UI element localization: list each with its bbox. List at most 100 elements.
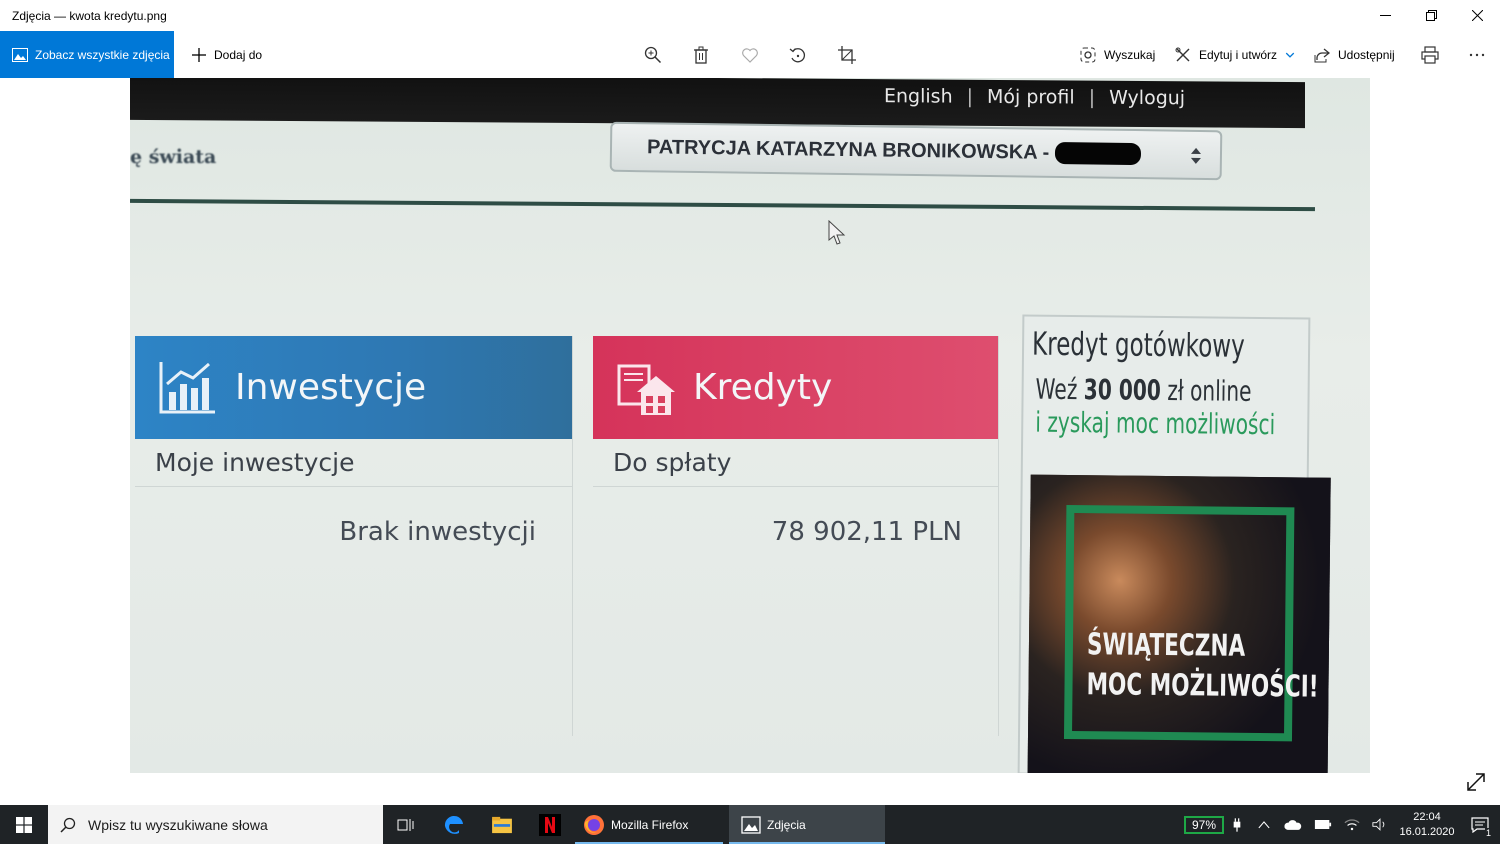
redaction-mark (1055, 141, 1142, 166)
advert-promo-line1: ŚWIĄTECZNA (1086, 627, 1246, 664)
minimize-button[interactable] (1362, 0, 1408, 31)
firefox-taskbar-button[interactable]: Mozilla Firefox (575, 805, 723, 844)
clock[interactable]: 22:04 16.01.2020 (1394, 810, 1460, 840)
photo-investments-panel: Inwestycje Moje inwestycje Brak inwestyc… (135, 336, 573, 736)
chevron-up-icon[interactable] (1258, 820, 1270, 829)
search-photo-label: Wyszukaj (1104, 47, 1156, 62)
image-viewer[interactable]: English | Mój profil | Wyloguj ę świata … (0, 78, 1500, 805)
photo-credits-header: Kredyty (593, 336, 998, 439)
rotate-button[interactable] (778, 31, 818, 78)
system-tray: 97% 22:04 16.01.2020 1 (1183, 805, 1500, 844)
edit-create-button[interactable]: Edytuj i utwórz (1175, 31, 1295, 78)
printer-icon (1421, 45, 1439, 64)
rotate-icon (789, 47, 805, 62)
photo-link-separator: | (1088, 86, 1096, 109)
add-to-button[interactable]: Dodaj do (186, 31, 268, 78)
folder-icon (492, 816, 512, 833)
photo-link-separator: | (966, 85, 974, 108)
chevron-down-icon (1285, 52, 1295, 58)
title-bar: Zdjęcia — kwota kredytu.png (0, 0, 1500, 31)
task-view-icon (397, 818, 414, 831)
photo-investments-title: Inwestycje (235, 367, 427, 408)
edit-create-label: Edytuj i utwórz (1199, 47, 1278, 62)
more-options-button[interactable] (1457, 31, 1497, 78)
power-plug-icon[interactable] (1232, 817, 1242, 833)
close-button[interactable] (1454, 0, 1500, 31)
photo-account-name: PATRYCJA KATARZYNA BRONIKOWSKA - (646, 135, 1050, 164)
advert-headline: Kredyt gotówkowy (1031, 324, 1245, 365)
photo-credits-title: Kredyty (693, 367, 833, 408)
zoom-button[interactable] (633, 31, 673, 78)
photo-link-logout: Wyloguj (1109, 86, 1186, 110)
edit-icon (1175, 47, 1190, 61)
displayed-photo: English | Mój profil | Wyloguj ę świata … (130, 78, 1370, 773)
taskbar-search[interactable]: Wpisz tu wyszukiwane słowa (48, 805, 383, 844)
advert-offer-prefix: Weź (1035, 372, 1084, 407)
photos-app-icon (741, 815, 761, 834)
taskbar: Wpisz tu wyszukiwane słowa Mozilla Firef… (0, 805, 1500, 844)
window-title: Zdjęcia — kwota kredytu.png (12, 8, 167, 23)
photo-link-english: English (884, 85, 953, 108)
photo-investments-header: Inwestycje (135, 336, 572, 439)
advert-offer-suffix: zł online (1160, 373, 1252, 408)
photo-account-select: PATRYCJA KATARZYNA BRONIKOWSKA - (609, 121, 1223, 181)
task-view-button[interactable] (383, 805, 429, 844)
photo-loan-advert: Kredyt gotówkowy Weź 30 000 zł online i … (1017, 314, 1331, 773)
netflix-taskbar-button[interactable] (525, 805, 575, 844)
fullscreen-expand-icon[interactable] (1465, 771, 1487, 793)
onedrive-icon[interactable] (1284, 818, 1302, 831)
crop-icon (838, 45, 856, 64)
plus-icon (192, 47, 206, 62)
volume-icon[interactable] (1372, 818, 1388, 831)
restore-icon (1425, 10, 1437, 21)
photo-brand-fragment: ę świata (130, 146, 217, 168)
photo-credits-value: 78 902,11 PLN (771, 517, 962, 547)
mouse-cursor-icon (828, 220, 846, 245)
battery-percentage[interactable]: 97% (1183, 815, 1224, 834)
minimize-icon (1379, 15, 1391, 16)
taskbar-search-placeholder: Wpisz tu wyszukiwane słowa (88, 816, 268, 833)
share-icon (1314, 47, 1330, 62)
delete-button[interactable] (681, 31, 721, 78)
favorite-button[interactable] (730, 31, 770, 78)
see-all-photos-button[interactable]: Zobacz wszystkie zdjęcia (0, 31, 174, 78)
print-button[interactable] (1410, 31, 1450, 78)
photos-taskbar-button[interactable]: Zdjęcia (729, 805, 885, 844)
advert-photo: ŚWIĄTECZNA MOC MOŻLIWOŚCI! (1027, 474, 1331, 773)
advert-promo: ŚWIĄTECZNA MOC MOŻLIWOŚCI! (1086, 625, 1319, 707)
photo-credits-subtitle: Do spłaty (593, 439, 998, 487)
windows-logo-icon (16, 816, 32, 833)
trash-icon (694, 46, 708, 64)
notification-count: 1 (1484, 828, 1492, 838)
edge-taskbar-button[interactable] (429, 805, 479, 844)
house-document-icon (617, 364, 675, 415)
crop-button[interactable] (827, 31, 867, 78)
photo-link-profile: Mój profil (987, 85, 1075, 109)
action-center-button[interactable]: 1 (1460, 805, 1500, 844)
wifi-icon[interactable] (1344, 818, 1360, 831)
restore-button[interactable] (1408, 0, 1454, 31)
photo-site-topbar: English | Mój profil | Wyloguj (130, 78, 1305, 129)
clock-time: 22:04 (1413, 810, 1441, 823)
firefox-icon (584, 814, 604, 835)
add-to-label: Dodaj do (214, 47, 263, 62)
battery-icon[interactable] (1314, 819, 1332, 830)
photos-toolbar: Zobacz wszystkie zdjęcia Dodaj do Wyszuk… (0, 31, 1500, 78)
picture-icon (12, 47, 28, 62)
zoom-icon (644, 46, 662, 63)
more-icon (1469, 53, 1485, 56)
advert-offer: Weź 30 000 zł online (1035, 372, 1251, 408)
advert-promo-line2: MOC MOŻLIWOŚCI! (1086, 667, 1319, 705)
search-photo-button[interactable]: Wyszukaj (1080, 31, 1155, 78)
see-all-photos-label: Zobacz wszystkie zdjęcia (35, 47, 170, 62)
photo-investments-value: Brak inwestycji (339, 517, 536, 547)
close-icon (1471, 10, 1483, 21)
updown-arrows-icon (1190, 147, 1201, 164)
share-button[interactable]: Udostępnij (1314, 31, 1395, 78)
start-button[interactable] (0, 805, 48, 844)
explorer-taskbar-button[interactable] (479, 805, 525, 844)
netflix-icon (539, 813, 561, 836)
photo-divider (130, 198, 1315, 212)
edge-icon (444, 815, 463, 834)
search-icon (60, 817, 76, 833)
